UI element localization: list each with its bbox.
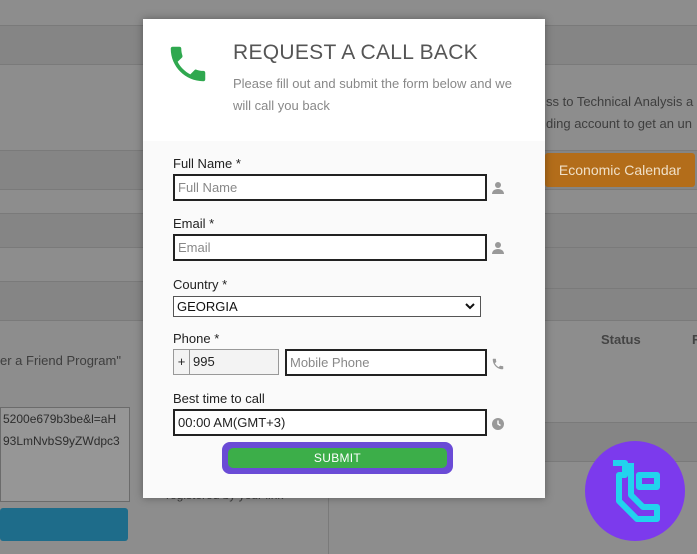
full-name-label: Full Name * xyxy=(173,156,241,171)
mobile-phone-input[interactable] xyxy=(285,349,487,376)
modal-header: REQUEST A CALL BACK Please fill out and … xyxy=(143,19,545,141)
modal-subtitle: Please fill out and submit the form belo… xyxy=(233,76,512,113)
phone-icon xyxy=(170,46,206,82)
brand-logo-icon xyxy=(585,441,685,541)
status-column-header: Status xyxy=(601,332,641,347)
economic-calendar-button[interactable]: Economic Calendar xyxy=(545,153,695,187)
background-text: ding account to get an un xyxy=(546,116,693,131)
friend-program-text: er a Friend Program" xyxy=(0,353,121,368)
background-text: ss to Technical Analysis a xyxy=(546,94,694,109)
country-selected-value: GEORGIA xyxy=(177,299,238,314)
best-time-input[interactable]: 00:00 AM(GMT+3) xyxy=(173,409,487,436)
best-time-label: Best time to call xyxy=(173,391,265,406)
request-callback-modal: REQUEST A CALL BACK Please fill out and … xyxy=(143,19,545,498)
background-band xyxy=(545,247,697,289)
phone-prefix: + xyxy=(173,349,189,375)
country-select[interactable]: GEORGIA xyxy=(173,296,481,317)
email-label: Email * xyxy=(173,216,215,231)
full-name-input[interactable] xyxy=(173,174,487,201)
submit-button[interactable]: SUBMIT xyxy=(228,448,447,468)
textarea-line: 5200e679b3be&l=aH xyxy=(3,412,117,426)
referral-link-textarea[interactable]: 5200e679b3be&l=aH 93LmNvbS9yZWdpc3 xyxy=(0,407,130,502)
textarea-line: 93LmNvbS9yZWdpc3 xyxy=(3,434,120,448)
handset-icon xyxy=(492,358,504,370)
country-code-field[interactable]: 995 xyxy=(189,349,279,375)
user-icon xyxy=(492,182,504,194)
copy-link-button[interactable] xyxy=(0,508,128,541)
country-label: Country * xyxy=(173,277,228,292)
email-input[interactable] xyxy=(173,234,487,261)
modal-title: REQUEST A CALL BACK xyxy=(233,41,478,64)
submit-highlight: SUBMIT xyxy=(222,442,453,474)
clock-icon xyxy=(492,418,504,430)
user-icon xyxy=(492,242,504,254)
column-header-cut: F xyxy=(692,332,697,347)
chevron-down-icon xyxy=(465,303,475,310)
phone-label: Phone * xyxy=(173,331,220,346)
